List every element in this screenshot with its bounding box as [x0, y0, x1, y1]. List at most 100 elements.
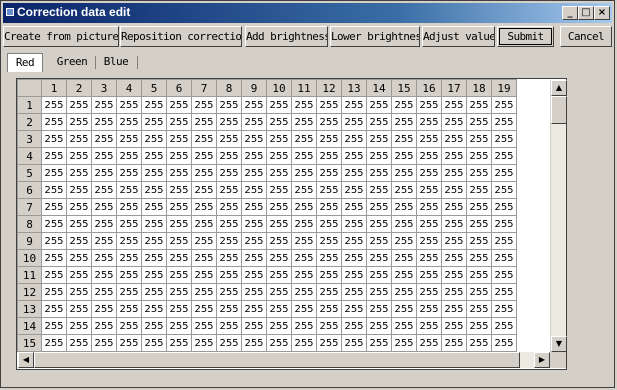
data-cell[interactable]: 255	[416, 164, 442, 182]
data-cell[interactable]: 255	[391, 164, 417, 182]
data-cell[interactable]: 255	[116, 232, 142, 250]
data-cell[interactable]: 255	[116, 113, 142, 131]
data-cell[interactable]: 255	[166, 198, 192, 216]
data-cell[interactable]: 255	[316, 130, 342, 148]
data-cell[interactable]: 255	[66, 130, 92, 148]
data-cell[interactable]: 255	[141, 300, 167, 318]
data-cell[interactable]: 255	[241, 113, 267, 131]
data-cell[interactable]: 255	[41, 164, 67, 182]
data-cell[interactable]: 255	[341, 300, 367, 318]
data-cell[interactable]: 255	[241, 232, 267, 250]
data-cell[interactable]: 255	[266, 334, 292, 352]
data-cell[interactable]: 255	[441, 130, 467, 148]
data-cell[interactable]: 255	[91, 181, 117, 199]
data-cell[interactable]: 255	[41, 317, 67, 335]
data-cell[interactable]: 255	[416, 215, 442, 233]
data-cell[interactable]: 255	[216, 147, 242, 165]
data-cell[interactable]: 255	[216, 215, 242, 233]
data-cell[interactable]: 255	[291, 334, 317, 352]
horizontal-scroll-thumb[interactable]	[34, 352, 520, 368]
data-cell[interactable]: 255	[216, 130, 242, 148]
data-cell[interactable]: 255	[441, 198, 467, 216]
data-cell[interactable]: 255	[116, 215, 142, 233]
title-bar[interactable]: Correction data edit _ □ ×	[3, 3, 612, 23]
data-cell[interactable]: 255	[116, 266, 142, 284]
data-cell[interactable]: 255	[291, 283, 317, 301]
data-cell[interactable]: 255	[341, 130, 367, 148]
data-cell[interactable]: 255	[441, 147, 467, 165]
scroll-up-arrow-icon[interactable]: ▲	[551, 80, 567, 96]
data-cell[interactable]: 255	[441, 300, 467, 318]
data-cell[interactable]: 255	[166, 96, 192, 114]
data-cell[interactable]: 255	[491, 147, 517, 165]
data-cell[interactable]: 255	[41, 113, 67, 131]
data-cell[interactable]: 255	[491, 215, 517, 233]
data-cell[interactable]: 255	[491, 232, 517, 250]
data-cell[interactable]: 255	[316, 300, 342, 318]
data-cell[interactable]: 255	[441, 96, 467, 114]
data-cell[interactable]: 255	[416, 232, 442, 250]
data-cell[interactable]: 255	[266, 147, 292, 165]
column-header[interactable]: 16	[416, 79, 442, 97]
data-cell[interactable]: 255	[341, 96, 367, 114]
data-cell[interactable]: 255	[366, 147, 392, 165]
data-cell[interactable]: 255	[366, 334, 392, 352]
data-cell[interactable]: 255	[291, 198, 317, 216]
data-cell[interactable]: 255	[266, 113, 292, 131]
data-cell[interactable]: 255	[216, 317, 242, 335]
data-cell[interactable]: 255	[91, 215, 117, 233]
data-cell[interactable]: 255	[391, 198, 417, 216]
row-header[interactable]: 15	[17, 334, 42, 352]
data-cell[interactable]: 255	[91, 300, 117, 318]
data-cell[interactable]: 255	[66, 164, 92, 182]
column-header[interactable]: 14	[366, 79, 392, 97]
data-cell[interactable]: 255	[466, 266, 492, 284]
row-header[interactable]: 12	[17, 283, 42, 301]
data-cell[interactable]: 255	[366, 232, 392, 250]
data-cell[interactable]: 255	[341, 181, 367, 199]
data-cell[interactable]: 255	[491, 300, 517, 318]
data-cell[interactable]: 255	[291, 266, 317, 284]
data-cell[interactable]: 255	[291, 96, 317, 114]
data-cell[interactable]: 255	[216, 249, 242, 267]
grid-corner-cell[interactable]	[17, 79, 42, 97]
data-cell[interactable]: 255	[41, 96, 67, 114]
data-cell[interactable]: 255	[191, 232, 217, 250]
data-cell[interactable]: 255	[141, 334, 167, 352]
data-cell[interactable]: 255	[391, 181, 417, 199]
data-cell[interactable]: 255	[266, 215, 292, 233]
data-cell[interactable]: 255	[441, 113, 467, 131]
data-cell[interactable]: 255	[366, 130, 392, 148]
data-cell[interactable]: 255	[466, 232, 492, 250]
data-cell[interactable]: 255	[366, 266, 392, 284]
data-cell[interactable]: 255	[41, 334, 67, 352]
scroll-left-arrow-icon[interactable]: ◀	[18, 352, 34, 368]
data-cell[interactable]: 255	[91, 130, 117, 148]
data-cell[interactable]: 255	[316, 334, 342, 352]
data-cell[interactable]: 255	[416, 249, 442, 267]
data-cell[interactable]: 255	[166, 130, 192, 148]
tab-green[interactable]: Green	[51, 53, 93, 71]
data-cell[interactable]: 255	[241, 317, 267, 335]
data-cell[interactable]: 255	[141, 198, 167, 216]
scroll-right-arrow-icon[interactable]: ▶	[534, 352, 550, 368]
data-cell[interactable]: 255	[416, 130, 442, 148]
data-cell[interactable]: 255	[191, 317, 217, 335]
data-cell[interactable]: 255	[416, 334, 442, 352]
data-cell[interactable]: 255	[266, 181, 292, 199]
horizontal-scrollbar[interactable]: ◀ ▶	[18, 352, 550, 368]
data-cell[interactable]: 255	[316, 232, 342, 250]
data-cell[interactable]: 255	[141, 317, 167, 335]
data-cell[interactable]: 255	[316, 317, 342, 335]
data-cell[interactable]: 255	[41, 181, 67, 199]
column-header[interactable]: 18	[466, 79, 492, 97]
data-cell[interactable]: 255	[441, 317, 467, 335]
data-cell[interactable]: 255	[491, 317, 517, 335]
tab-red[interactable]: Red	[7, 53, 43, 72]
data-cell[interactable]: 255	[116, 283, 142, 301]
data-cell[interactable]: 255	[241, 130, 267, 148]
column-header[interactable]: 5	[141, 79, 167, 97]
data-cell[interactable]: 255	[466, 334, 492, 352]
row-header[interactable]: 1	[17, 96, 42, 114]
data-cell[interactable]: 255	[66, 266, 92, 284]
